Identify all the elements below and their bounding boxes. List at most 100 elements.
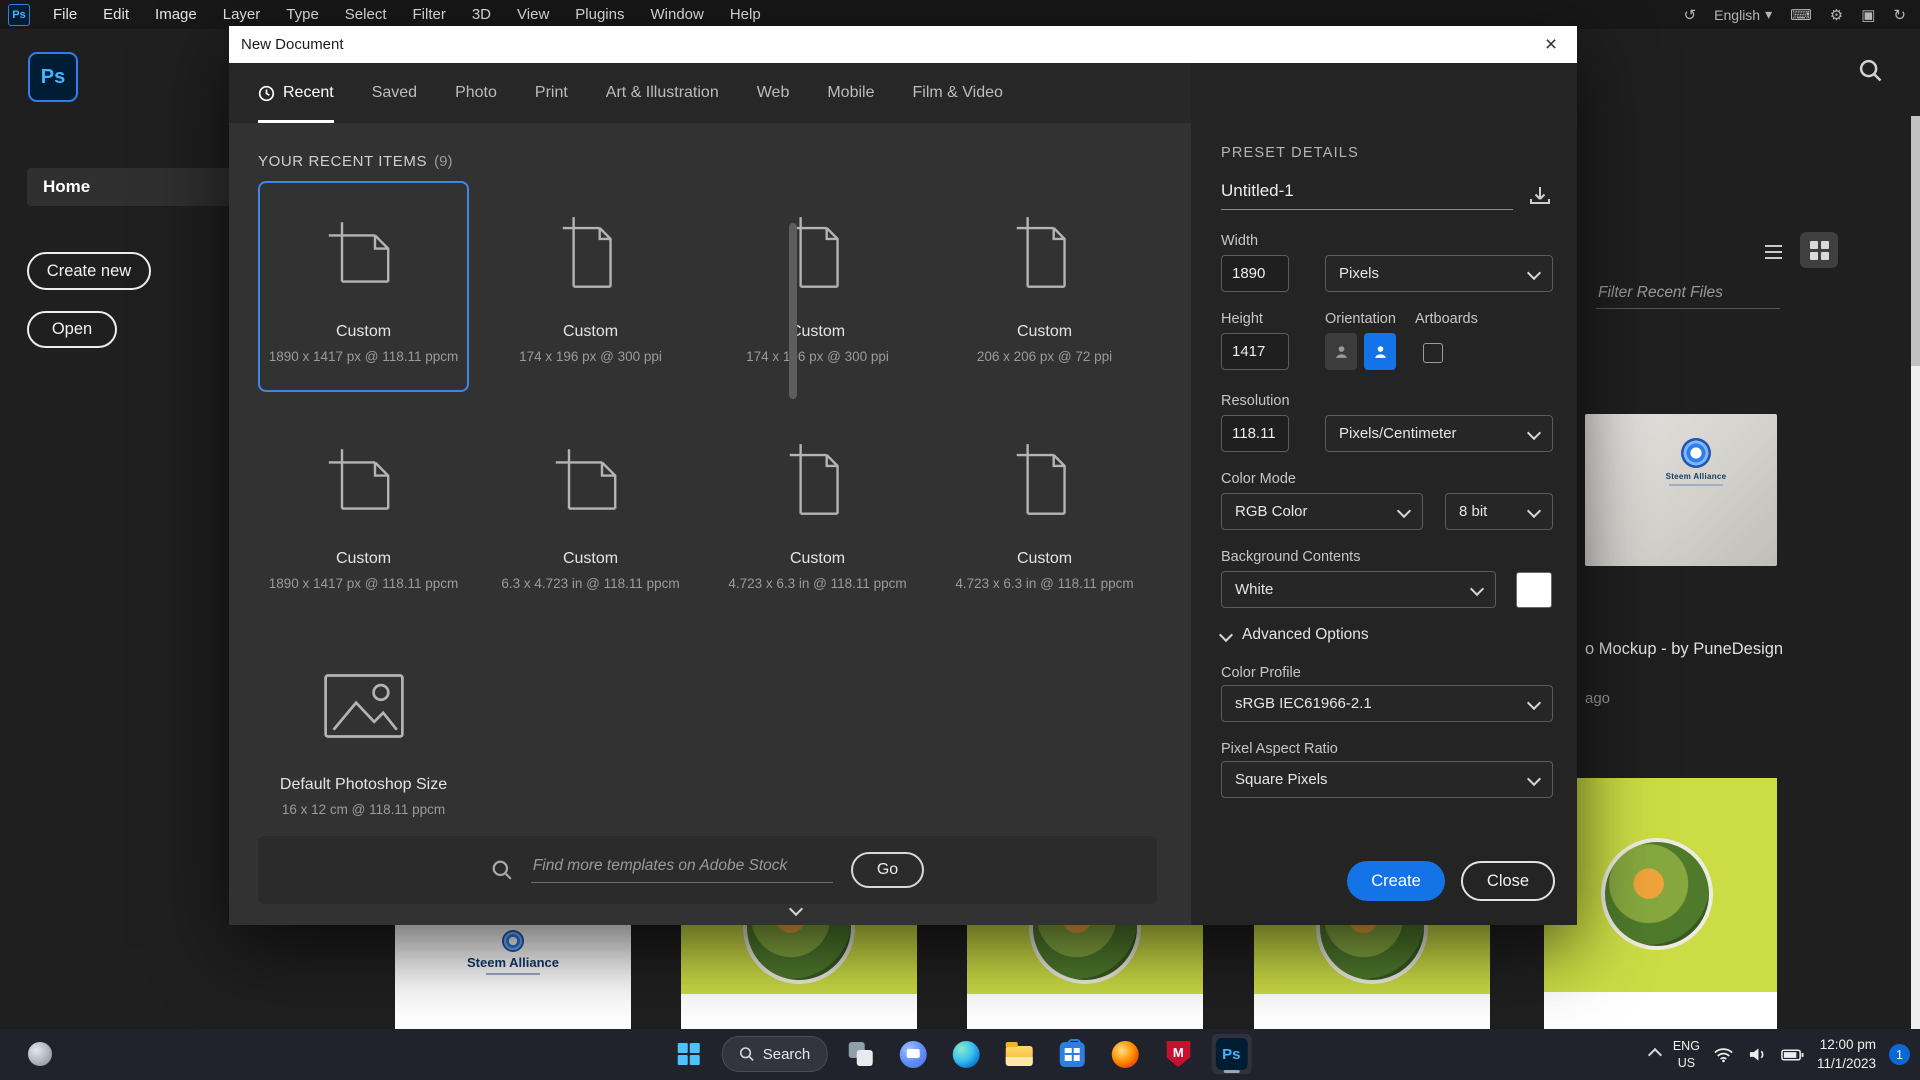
scroll-down-icon[interactable] [791, 901, 801, 919]
download-preset-icon[interactable] [1527, 184, 1553, 210]
language-indicator[interactable]: ENG US [1673, 1038, 1700, 1071]
clock[interactable]: 12:00 pm 11/1/2023 [1817, 1036, 1876, 1072]
recent-item-card[interactable]: Custom 174 x 196 px @ 300 ppi [485, 181, 696, 392]
width-unit-dropdown[interactable]: Pixels [1325, 255, 1553, 292]
folder-icon [1006, 1046, 1033, 1066]
menu-item-view[interactable]: View [504, 6, 562, 23]
grid-view-icon[interactable] [1800, 232, 1838, 268]
file-explorer-button[interactable] [999, 1034, 1039, 1074]
recent-item-card[interactable]: Custom 174 x 196 px @ 300 ppi [712, 181, 923, 392]
menu-item-3d[interactable]: 3D [459, 6, 504, 23]
close-icon[interactable]: × [1525, 26, 1577, 63]
resolution-input[interactable] [1221, 415, 1289, 452]
task-view-button[interactable] [840, 1034, 880, 1074]
orientation-portrait-button[interactable] [1325, 333, 1357, 370]
color-mode-dropdown[interactable]: RGB Color [1221, 493, 1423, 530]
resolution-unit-dropdown[interactable]: Pixels/Centimeter [1325, 415, 1553, 452]
notification-badge[interactable]: 1 [1889, 1044, 1910, 1065]
recent-file-thumbnail[interactable] [967, 924, 1203, 1029]
recent-file-thumbnail[interactable] [681, 924, 917, 1029]
document-name-input[interactable] [1221, 181, 1513, 210]
tab-art-illustration[interactable]: Art & Illustration [606, 63, 719, 123]
volume-icon[interactable] [1747, 1046, 1768, 1063]
photoshop-icon: Ps [1215, 1038, 1247, 1070]
section-header: YOUR RECENT ITEMS(9) [258, 153, 452, 170]
menu-item-window[interactable]: Window [637, 6, 716, 23]
tab-saved[interactable]: Saved [372, 63, 417, 123]
advanced-options-toggle[interactable]: Advanced Options [1221, 626, 1369, 644]
firefox-button[interactable] [1105, 1034, 1145, 1074]
filter-recent-files-input[interactable] [1596, 284, 1780, 309]
start-button[interactable] [669, 1034, 709, 1074]
menu-item-select[interactable]: Select [332, 6, 400, 23]
width-input[interactable] [1221, 255, 1289, 292]
taskbar-search[interactable]: Search [722, 1036, 828, 1072]
rotate-icon[interactable]: ↻ [1893, 6, 1906, 24]
open-button[interactable]: Open [27, 311, 117, 348]
gear-icon[interactable]: ⚙ [1830, 6, 1843, 24]
scrollbar-thumb[interactable] [1911, 116, 1920, 366]
keyboard-icon[interactable]: ⌨ [1790, 6, 1812, 24]
recent-file-thumbnail[interactable] [1544, 778, 1777, 1029]
menu-item-edit[interactable]: Edit [90, 6, 142, 23]
wifi-icon[interactable] [1713, 1047, 1734, 1063]
chat-button[interactable] [893, 1034, 933, 1074]
recent-file-thumbnail[interactable]: Steem Alliance [395, 924, 631, 1029]
scrollbar-thumb[interactable] [789, 223, 797, 399]
recent-item-card[interactable]: Default Photoshop Size 16 x 12 cm @ 118.… [258, 634, 469, 845]
panel-icon[interactable]: ▣ [1861, 6, 1875, 24]
recent-item-card[interactable]: Custom 1890 x 1417 px @ 118.11 ppcm [258, 408, 469, 619]
undo-icon[interactable]: ↺ [1684, 6, 1697, 24]
system-language-bar: ↺ English ▾ ⌨ ⚙ ▣ ↻ [1684, 0, 1906, 29]
recent-file-thumbnail[interactable]: Steem Alliance [1585, 414, 1777, 566]
orientation-landscape-button[interactable] [1364, 333, 1396, 370]
tab-film-video[interactable]: Film & Video [912, 63, 1002, 123]
recent-item-card[interactable]: Custom 6.3 x 4.723 in @ 118.11 ppcm [485, 408, 696, 619]
page-scrollbar[interactable] [1911, 116, 1920, 1029]
create-new-button[interactable]: Create new [27, 252, 151, 290]
menu-item-plugins[interactable]: Plugins [562, 6, 637, 23]
recent-item-card[interactable]: Custom 4.723 x 6.3 in @ 118.11 ppcm [712, 408, 923, 619]
artboards-checkbox[interactable] [1423, 343, 1443, 363]
recent-item-card[interactable]: Custom 4.723 x 6.3 in @ 118.11 ppcm [939, 408, 1150, 619]
menu-item-help[interactable]: Help [717, 6, 774, 23]
stock-search-input[interactable] [531, 857, 833, 883]
edge-button[interactable] [946, 1034, 986, 1074]
item-name: Custom [336, 323, 391, 341]
language-selector[interactable]: English ▾ [1714, 6, 1772, 23]
recent-item-card[interactable]: Custom 206 x 206 px @ 72 ppi [939, 181, 1150, 392]
widgets-icon[interactable] [28, 1042, 52, 1066]
menu-item-layer[interactable]: Layer [210, 6, 274, 23]
go-button[interactable]: Go [851, 852, 924, 888]
tab-web[interactable]: Web [757, 63, 790, 123]
background-contents-dropdown[interactable]: White [1221, 571, 1496, 608]
create-button[interactable]: Create [1347, 861, 1445, 901]
store-button[interactable] [1052, 1034, 1092, 1074]
menu-item-filter[interactable]: Filter [400, 6, 459, 23]
tab-photo[interactable]: Photo [455, 63, 497, 123]
height-input[interactable] [1221, 333, 1289, 370]
security-button[interactable]: M [1158, 1034, 1198, 1074]
color-profile-dropdown[interactable]: sRGB IEC61966-2.1 [1221, 685, 1553, 722]
search-icon[interactable] [1858, 58, 1883, 83]
tab-print[interactable]: Print [535, 63, 568, 123]
screen: Ps File Edit Image Layer Type Select Fil… [0, 0, 1920, 1080]
tab-recent[interactable]: Recent [258, 63, 334, 123]
close-button[interactable]: Close [1461, 861, 1555, 901]
sidebar-item-home[interactable]: Home [27, 168, 229, 206]
list-view-icon[interactable] [1756, 238, 1790, 266]
recent-item-card[interactable]: Custom 1890 x 1417 px @ 118.11 ppcm [258, 181, 469, 392]
photoshop-taskbar-button[interactable]: Ps [1211, 1034, 1251, 1074]
menu-item-type[interactable]: Type [273, 6, 332, 23]
tray-expand-icon[interactable] [1648, 1047, 1662, 1061]
pixel-aspect-ratio-dropdown[interactable]: Square Pixels [1221, 761, 1553, 798]
battery-icon[interactable] [1781, 1049, 1804, 1061]
bit-depth-dropdown[interactable]: 8 bit [1445, 493, 1553, 530]
tab-mobile[interactable]: Mobile [827, 63, 874, 123]
background-color-swatch[interactable] [1516, 572, 1552, 608]
menu-item-image[interactable]: Image [142, 6, 210, 23]
logo-mark-icon [1681, 438, 1711, 468]
recent-file-thumbnail[interactable] [1254, 924, 1490, 1029]
menu-item-file[interactable]: File [40, 6, 90, 23]
item-spec: 174 x 196 px @ 300 ppi [519, 349, 662, 364]
